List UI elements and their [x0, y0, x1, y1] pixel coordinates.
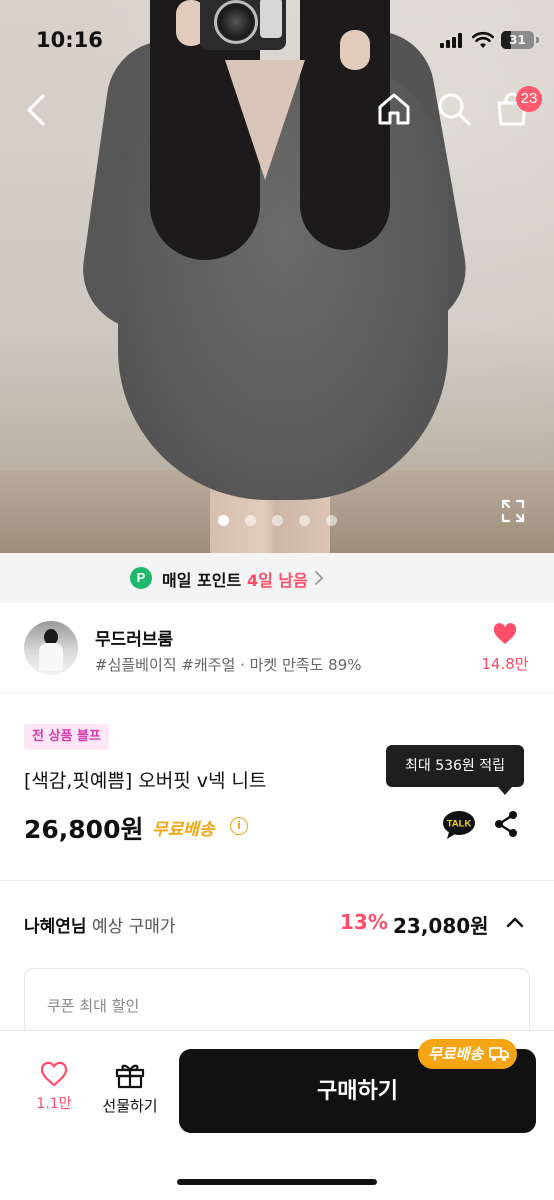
wifi-icon	[472, 31, 494, 48]
gallery-dot-3[interactable]	[272, 515, 283, 526]
product-price: 26,800원	[24, 815, 144, 844]
cart-count-badge: 23	[516, 86, 542, 112]
expected-final-price: 23,080원	[393, 914, 489, 938]
store-avatar[interactable]	[24, 621, 78, 675]
coupon-max-discount-label: 쿠폰 최대 할인	[47, 997, 140, 1015]
truck-icon	[489, 1047, 510, 1061]
avatar-body	[39, 643, 63, 671]
chevron-up-icon[interactable]	[505, 915, 525, 929]
search-icon[interactable]	[436, 91, 472, 127]
expected-price-caption: 예상 구매가	[91, 917, 176, 937]
status-time: 10:16	[36, 28, 103, 52]
daily-point-banner[interactable]: P 매일 포인트 4일 남음	[0, 553, 554, 603]
gift-button[interactable]: 선물하기	[96, 1061, 164, 1116]
store-tags: #심플베이직 #캐주얼 · 마켓 만족도 89%	[95, 656, 362, 674]
point-banner-text: 매일 포인트	[162, 571, 242, 590]
point-days-left: 4일 남음	[247, 571, 308, 590]
store-like-count: 14.8만	[481, 655, 529, 673]
battery-icon: 31	[501, 31, 534, 49]
kakao-talk-icon[interactable]: TALK	[442, 810, 476, 840]
gallery-dot-5[interactable]	[326, 515, 337, 526]
heart-outline-icon	[40, 1061, 68, 1087]
home-icon[interactable]	[376, 91, 412, 127]
chevron-right-icon	[315, 571, 323, 585]
home-indicator	[177, 1179, 377, 1185]
cellular-signal-icon	[440, 32, 466, 48]
store-name[interactable]: 무드러브룸	[95, 625, 173, 650]
free-shipping-pill: 무료배송	[418, 1039, 518, 1069]
gallery-dot-2[interactable]	[245, 515, 256, 526]
kakao-talk-label: TALK	[447, 819, 472, 830]
info-icon[interactable]: i	[230, 817, 248, 835]
free-shipping-pill-label: 무료배송	[428, 1045, 484, 1063]
point-icon: P	[130, 567, 152, 589]
gift-label: 선물하기	[102, 1097, 158, 1115]
free-shipping-label: 무료배송	[152, 820, 215, 840]
reward-tooltip: 최대 536원 적립	[386, 745, 524, 795]
section-divider	[0, 880, 554, 881]
store-info-row[interactable]: 무드러브룸 #심플베이직 #캐주얼 · 마켓 만족도 89% 14.8만	[0, 603, 554, 693]
gallery-dot-1[interactable]	[218, 515, 229, 526]
discount-rate: 13%	[340, 910, 388, 934]
gift-icon	[115, 1064, 145, 1089]
store-like-heart-icon[interactable]	[493, 623, 517, 645]
user-name: 나혜연님	[24, 917, 87, 937]
product-title: [색감,핏예쁨] 오버핏 v넥 니트	[24, 770, 267, 792]
product-detail-page: 10:16 31 23 P 매일 포인트 4일 남음 무드러브룸 #심플베이직 …	[0, 0, 554, 1200]
status-bar: 10:16 31	[0, 0, 554, 80]
battery-tip	[536, 37, 539, 43]
battery-percent: 31	[509, 33, 526, 47]
wishlist-count: 1.1만	[36, 1096, 72, 1112]
back-arrow-icon[interactable]	[24, 93, 48, 127]
wishlist-button[interactable]: 1.1만	[30, 1061, 78, 1113]
promo-badge: 전 상품 블프	[24, 724, 109, 750]
gallery-dot-4[interactable]	[299, 515, 310, 526]
share-icon[interactable]	[494, 810, 518, 838]
expected-price-label: 나혜연님 예상 구매가	[24, 912, 176, 937]
product-image-gallery[interactable]	[0, 0, 554, 553]
bottom-action-bar: 1.1만 선물하기 구매하기 무료배송	[0, 1030, 554, 1200]
expand-icon[interactable]	[500, 498, 526, 524]
